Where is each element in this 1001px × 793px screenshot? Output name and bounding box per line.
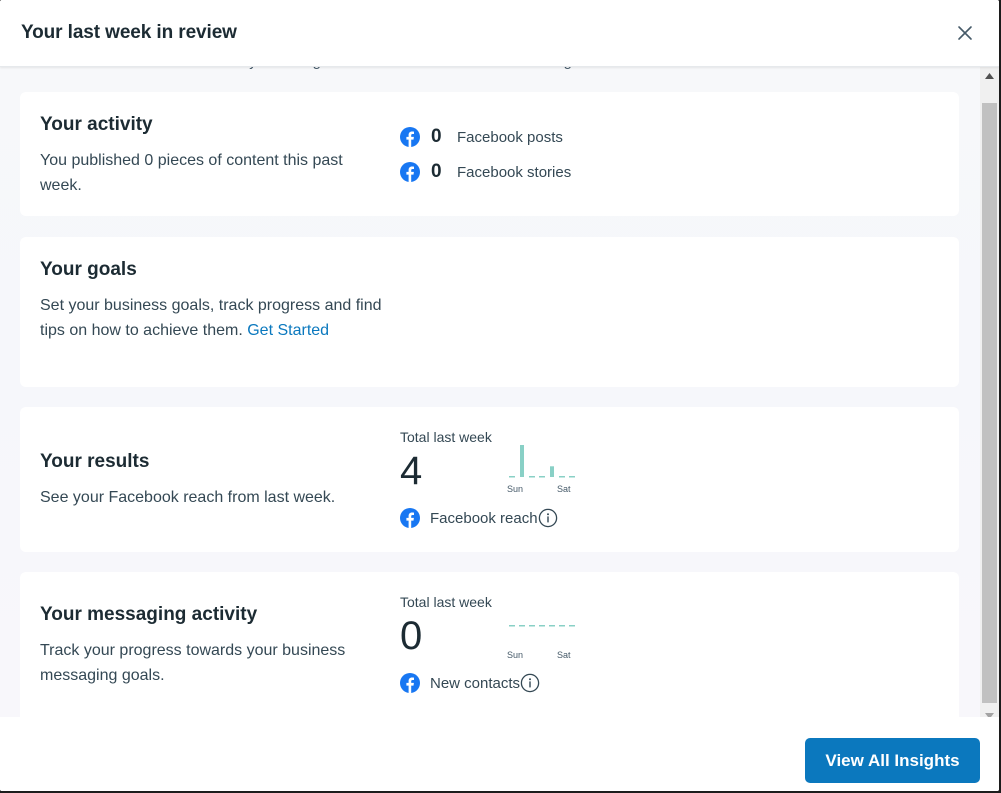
reach-source: Facebook reach — [400, 507, 558, 529]
review-dialog: Your last week in review Take a moment t… — [0, 0, 999, 791]
reach-zero-mark-fri — [559, 476, 565, 478]
activity-title: Your activity — [40, 114, 153, 135]
contacts-zero-mark-thu — [549, 625, 555, 627]
reach-zero-mark-sat — [569, 476, 575, 478]
goals-description: Set your business goals, track progress … — [40, 293, 385, 343]
reach-bar-thu — [550, 466, 554, 477]
facebook-stories-count: 0 — [431, 161, 442, 182]
contacts-sparkline — [509, 625, 575, 627]
reach-axis-end: Sat — [557, 484, 571, 494]
reach-zero-mark-sun — [509, 476, 515, 478]
scrollbar-thumb[interactable] — [982, 103, 997, 703]
close-button[interactable] — [953, 21, 977, 45]
facebook-icon — [400, 508, 420, 528]
goals-description-text: Set your business goals, track progress … — [40, 297, 382, 339]
get-started-link[interactable]: Get Started — [247, 322, 329, 339]
contacts-zero-mark-sun — [509, 625, 515, 627]
contacts-label: New contacts — [430, 674, 521, 692]
facebook-posts-label: Facebook posts — [457, 128, 563, 146]
results-total: 4 — [400, 449, 423, 493]
results-caption: Total last week — [400, 429, 492, 445]
dialog-header: Your last week in review — [0, 0, 999, 67]
facebook-icon — [400, 127, 420, 147]
reach-bar-mon — [520, 445, 524, 477]
activity-card: Your activity You published 0 pieces of … — [20, 92, 959, 216]
facebook-icon — [400, 162, 420, 182]
facebook-stories-label: Facebook stories — [457, 163, 572, 181]
triangle-up-icon — [985, 72, 994, 79]
view-all-insights-button[interactable]: View All Insights — [805, 738, 980, 783]
messaging-description: Track your progress towards your busines… — [40, 642, 346, 684]
dialog-subtitle: Take a moment to review activity and ins… — [40, 67, 576, 70]
reach-zero-mark-tue — [529, 476, 535, 478]
stat-facebook-stories: 0 Facebook stories — [400, 161, 571, 183]
messaging-title: Your messaging activity — [40, 604, 258, 625]
close-icon — [958, 26, 972, 40]
results-title: Your results — [40, 451, 150, 472]
contacts-zero-mark-tue — [529, 625, 535, 627]
facebook-icon — [400, 673, 420, 693]
contacts-zero-mark-wed — [539, 625, 545, 627]
messaging-card: Your messaging activity Track your progr… — [20, 572, 959, 717]
goals-title: Your goals — [40, 259, 137, 280]
contacts-zero-mark-fri — [559, 625, 565, 627]
dialog-footer: View All Insights — [0, 717, 999, 791]
contacts-zero-mark-sat — [569, 625, 575, 627]
reach-zero-mark-wed — [539, 476, 545, 478]
goals-card: Your goals Set your business goals, trac… — [20, 237, 959, 387]
scroll-up-button[interactable] — [980, 67, 999, 84]
reach-sparkline — [509, 445, 575, 478]
reach-label: Facebook reach — [430, 509, 538, 527]
facebook-posts-count: 0 — [431, 126, 442, 147]
contacts-zero-mark-mon — [519, 625, 525, 627]
info-icon[interactable] — [520, 673, 540, 693]
results-card: Your results See your Facebook reach fro… — [20, 407, 959, 552]
contacts-axis-start: Sun — [507, 650, 524, 660]
dialog-body[interactable]: Take a moment to review activity and ins… — [0, 67, 980, 717]
contacts-source: New contacts — [400, 672, 540, 694]
results-description: See your Facebook reach from last week. — [40, 489, 336, 506]
vertical-scrollbar[interactable] — [980, 67, 999, 727]
messaging-total: 0 — [400, 614, 423, 658]
contacts-axis-end: Sat — [557, 650, 571, 660]
reach-axis-start: Sun — [507, 484, 524, 494]
messaging-caption: Total last week — [400, 594, 492, 610]
stat-facebook-posts: 0 Facebook posts — [400, 126, 563, 148]
activity-description: You published 0 pieces of content this p… — [40, 152, 343, 194]
dialog-title: Your last week in review — [21, 22, 237, 43]
info-icon[interactable] — [538, 508, 558, 528]
